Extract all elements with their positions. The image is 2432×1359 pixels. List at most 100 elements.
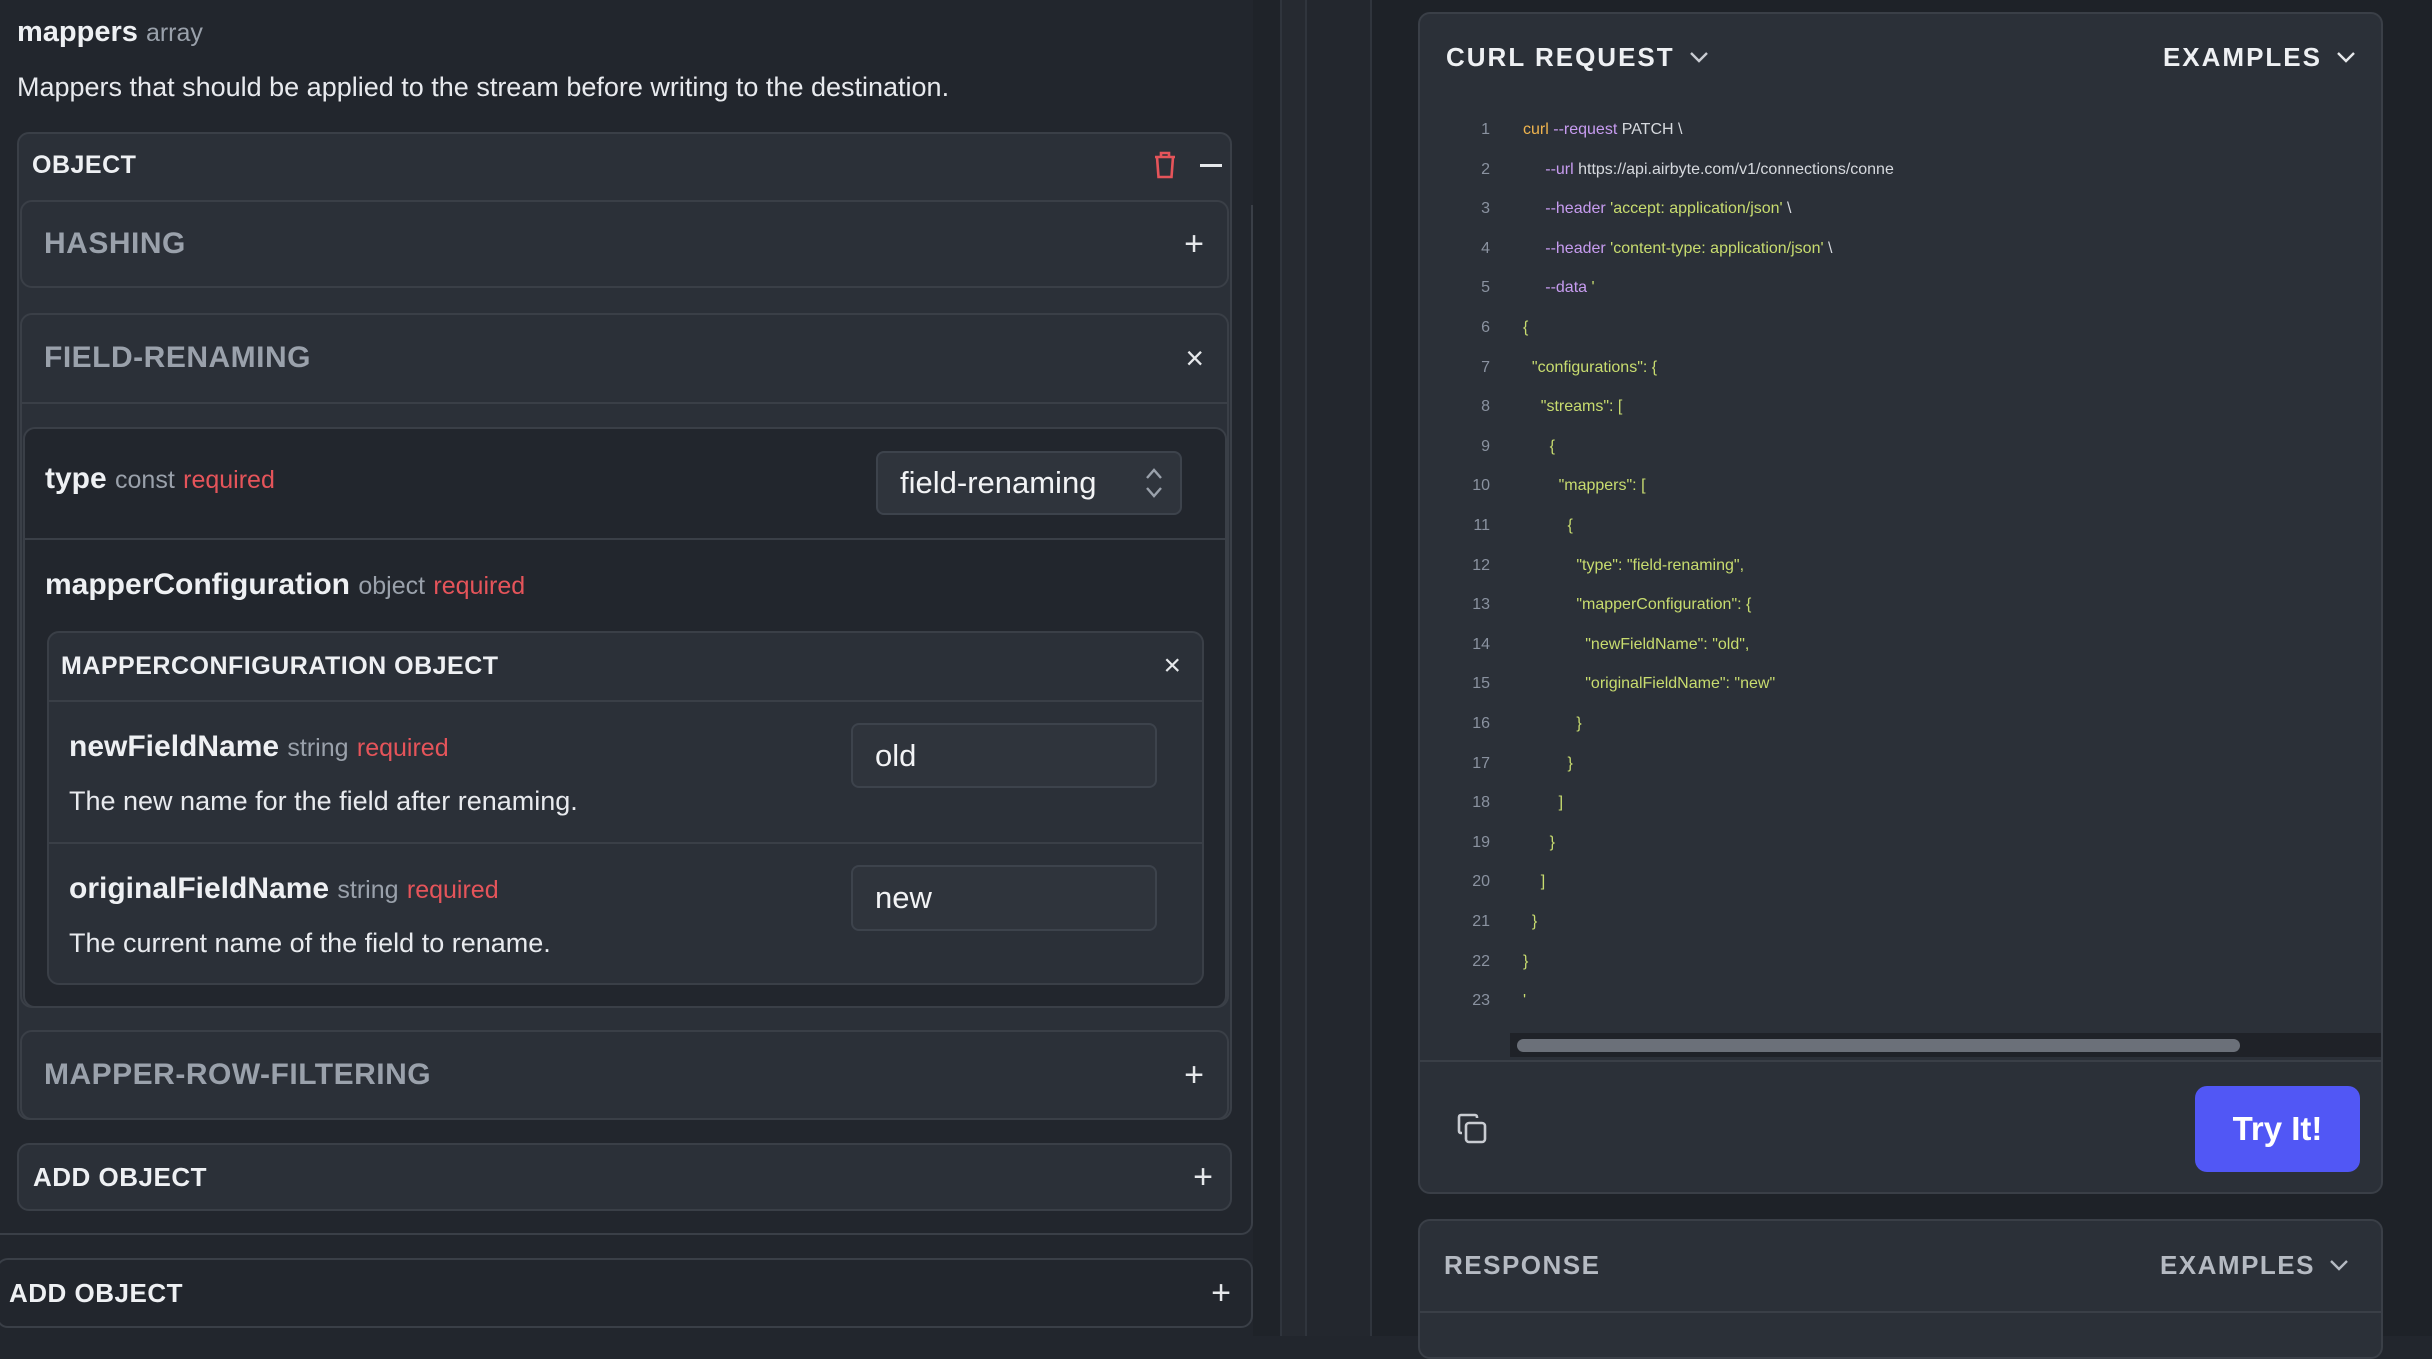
code-line: 3 --header 'accept: application/json' \	[1420, 189, 1791, 229]
trash-icon[interactable]	[1152, 150, 1178, 180]
plus-icon[interactable]: +	[1184, 1056, 1204, 1095]
code-text: }	[1523, 823, 1555, 863]
original-field-name-input[interactable]: new	[851, 865, 1157, 931]
line-number: 20	[1472, 873, 1490, 891]
required-badge: required	[406, 876, 499, 904]
code-token: '	[1523, 992, 1527, 1010]
line-number: 22	[1472, 952, 1490, 970]
line-number: 15	[1472, 675, 1490, 693]
code-token: --header	[1545, 239, 1606, 257]
response-header: RESPONSE EXAMPLES	[1444, 1243, 2349, 1287]
line-number: 4	[1481, 239, 1490, 257]
code-line: 2 --url https://api.airbyte.com/v1/conne…	[1420, 150, 1894, 190]
line-number: 17	[1472, 754, 1490, 772]
option-field-renaming-header: FIELD-RENAMING ×	[44, 313, 1204, 403]
request-title: CURL REQUEST	[1446, 41, 1675, 72]
code-text: }	[1523, 942, 1528, 982]
new-field-name-description: The new name for the field after renamin…	[69, 786, 578, 816]
scrollbar-track[interactable]	[1280, 0, 1305, 1336]
field-type: string	[337, 876, 399, 904]
new-field-name-input[interactable]: old	[851, 723, 1157, 788]
examples-dropdown[interactable]: EXAMPLES	[2163, 42, 2356, 73]
field-name: mappers	[17, 16, 138, 48]
code-line: 22}	[1420, 942, 1528, 982]
plus-icon[interactable]: +	[1193, 1158, 1213, 1197]
request-language-dropdown[interactable]: CURL REQUEST	[1446, 42, 1709, 73]
code-text: --header 'accept: application/json' \	[1523, 189, 1791, 229]
line-number: 13	[1472, 596, 1490, 614]
required-badge: required	[356, 734, 449, 762]
input-value: old	[875, 737, 917, 773]
code-token: {	[1523, 319, 1529, 336]
plus-icon[interactable]: +	[1211, 1274, 1231, 1313]
field-heading: mappers array	[17, 16, 203, 49]
code-text: ]	[1523, 783, 1563, 823]
field-type: array	[145, 19, 203, 47]
code-line: 15 "originalFieldName": "new"	[1420, 664, 1775, 704]
code-text: }	[1523, 902, 1537, 942]
code-token: "configurations": {	[1523, 358, 1658, 376]
line-number: 23	[1472, 992, 1490, 1010]
code-text: {	[1523, 308, 1528, 348]
code-line: 5 --data '	[1420, 268, 1594, 308]
object-header: OBJECT	[32, 132, 1222, 198]
code-token: {	[1523, 517, 1573, 534]
field-label: newFieldName	[69, 730, 280, 763]
code-line: 7 "configurations": {	[1420, 348, 1657, 388]
line-number: 18	[1472, 794, 1490, 812]
code-token: ]	[1523, 873, 1546, 891]
mapper-configuration-label: mapperConfiguration object required	[45, 568, 525, 602]
code-line: 11 {	[1420, 506, 1572, 546]
code-line: 20 ]	[1420, 862, 1545, 902]
line-number: 14	[1472, 635, 1490, 653]
code-token: --data	[1545, 279, 1588, 297]
code-line: 14 "newFieldName": "old",	[1420, 625, 1749, 665]
new-field-name-label: newFieldName string required	[69, 730, 449, 764]
line-number: 7	[1481, 358, 1490, 376]
code-token: '	[1591, 279, 1595, 297]
line-number: 10	[1472, 477, 1490, 495]
config-object-header: MAPPERCONFIGURATION OBJECT ×	[61, 631, 1181, 701]
code-line: 23 '	[1420, 981, 1526, 1021]
code-line: 4 --header 'content-type: application/js…	[1420, 229, 1832, 269]
try-it-button[interactable]: Try It!	[2195, 1086, 2360, 1172]
add-object-label: ADD OBJECT	[33, 1161, 208, 1192]
type-label: type	[45, 462, 107, 495]
close-icon[interactable]: ×	[1163, 649, 1181, 683]
close-icon[interactable]: ×	[1185, 340, 1204, 377]
line-number: 1	[1481, 121, 1490, 138]
code-line: 8 "streams": [	[1420, 387, 1622, 427]
code-text: ]	[1523, 862, 1545, 902]
code-token: https://api.airbyte.com/v1/connections/c…	[1573, 160, 1894, 178]
examples-label: EXAMPLES	[2162, 41, 2322, 72]
line-number: 16	[1472, 715, 1490, 732]
line-number: 8	[1481, 398, 1490, 416]
plus-icon[interactable]: +	[1184, 225, 1204, 264]
code-text: "type": "field-renaming",	[1523, 546, 1744, 586]
minus-icon[interactable]	[1200, 163, 1222, 167]
line-number: 5	[1481, 279, 1490, 297]
line-number: 6	[1481, 319, 1490, 336]
config-object-title: MAPPERCONFIGURATION OBJECT	[61, 651, 499, 680]
line-number: 19	[1472, 833, 1490, 851]
code-text: }	[1523, 744, 1573, 784]
response-examples-dropdown[interactable]: EXAMPLES	[2160, 1250, 2349, 1281]
config-type: object	[358, 572, 426, 600]
code-token: }	[1523, 754, 1573, 772]
type-select[interactable]: field-renaming	[876, 451, 1182, 515]
code-line: 6{	[1420, 308, 1528, 348]
code-line: 21 }	[1420, 902, 1537, 942]
code-token: PATCH \	[1617, 121, 1683, 138]
code-text: '	[1523, 981, 1526, 1021]
curl-request-header: CURL REQUEST EXAMPLES	[1446, 35, 2356, 79]
code-scrollbar-thumb[interactable]	[1517, 1039, 2240, 1052]
option-hashing-header: HASHING +	[44, 200, 1204, 288]
copy-icon[interactable]	[1455, 1112, 1489, 1146]
code-text: {	[1523, 506, 1573, 546]
code-line: 18 ]	[1420, 783, 1563, 823]
code-line: 10 "mappers": [	[1420, 466, 1645, 506]
code-text: "mappers": [	[1523, 466, 1646, 506]
option-mapper-row-filtering-header: MAPPER-ROW-FILTERING +	[44, 1030, 1204, 1120]
input-value: new	[875, 880, 932, 915]
